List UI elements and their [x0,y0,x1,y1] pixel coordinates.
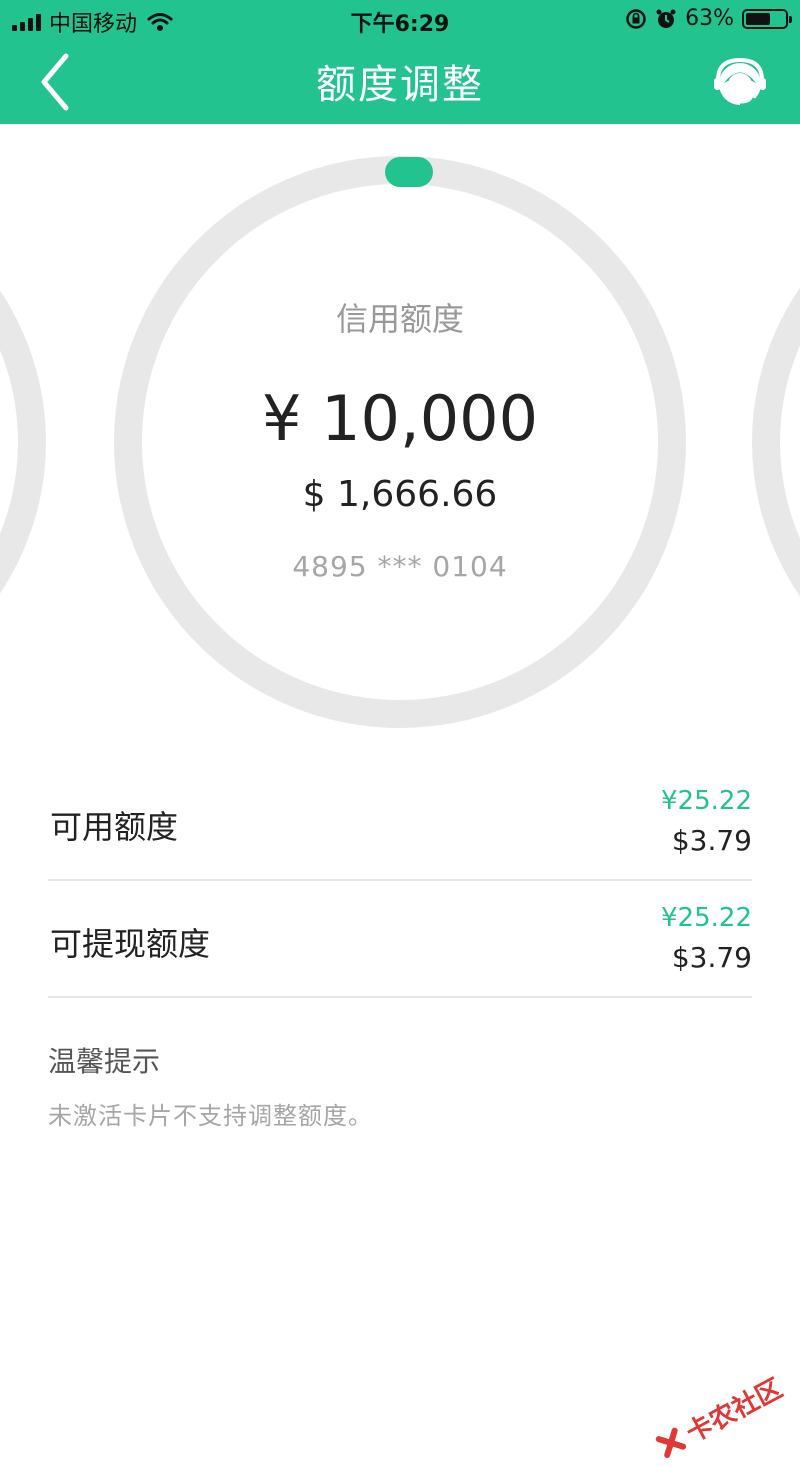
alarm-icon [656,9,676,28]
withdrawable-credit-row: 可提现额度 ¥25.22 $3.79 [48,881,752,998]
watermark-text: 卡农社区 [681,1373,788,1449]
row-label: 可用额度 [50,808,179,846]
status-bar: 中国移动 下午6:29 63% [0,0,800,40]
credit-limit-label: 信用额度 [335,300,464,338]
row-value-usd: $3.79 [671,941,752,974]
credit-limit-cny: ¥ 10,000 [261,382,539,455]
top-bar: 中国移动 下午6:29 63% 额度调整 [0,0,800,124]
tips-text: 未激活卡片不支持调整额度。 [48,1102,373,1130]
row-value-usd: $3.79 [671,824,752,857]
watermark: 卡农社区 [649,1368,788,1465]
tips-title: 温馨提示 [48,1045,161,1078]
page-title: 额度调整 [316,62,484,108]
orientation-lock-icon [626,8,646,29]
nav-bar: 额度调整 [0,40,800,124]
battery-percent: 63% [685,6,734,31]
status-right-group: 63% [625,6,792,31]
card-number: 4895 *** 0104 [292,550,508,583]
battery-level [746,12,770,25]
battery-icon [742,8,792,29]
row-label: 可提现额度 [50,925,211,963]
credit-limit-usd: $ 1,666.66 [302,474,498,515]
row-value-cny: ¥25.22 [661,786,752,816]
credit-carousel[interactable]: 信用额度 ¥ 10,000 $ 1,666.66 4895 *** 0104 [0,124,800,764]
customer-service-icon[interactable] [710,54,770,114]
gauge-progress-knob[interactable] [385,157,433,187]
row-value-cny: ¥25.22 [661,903,752,933]
available-credit-row: 可用额度 ¥25.22 $3.79 [48,764,752,881]
